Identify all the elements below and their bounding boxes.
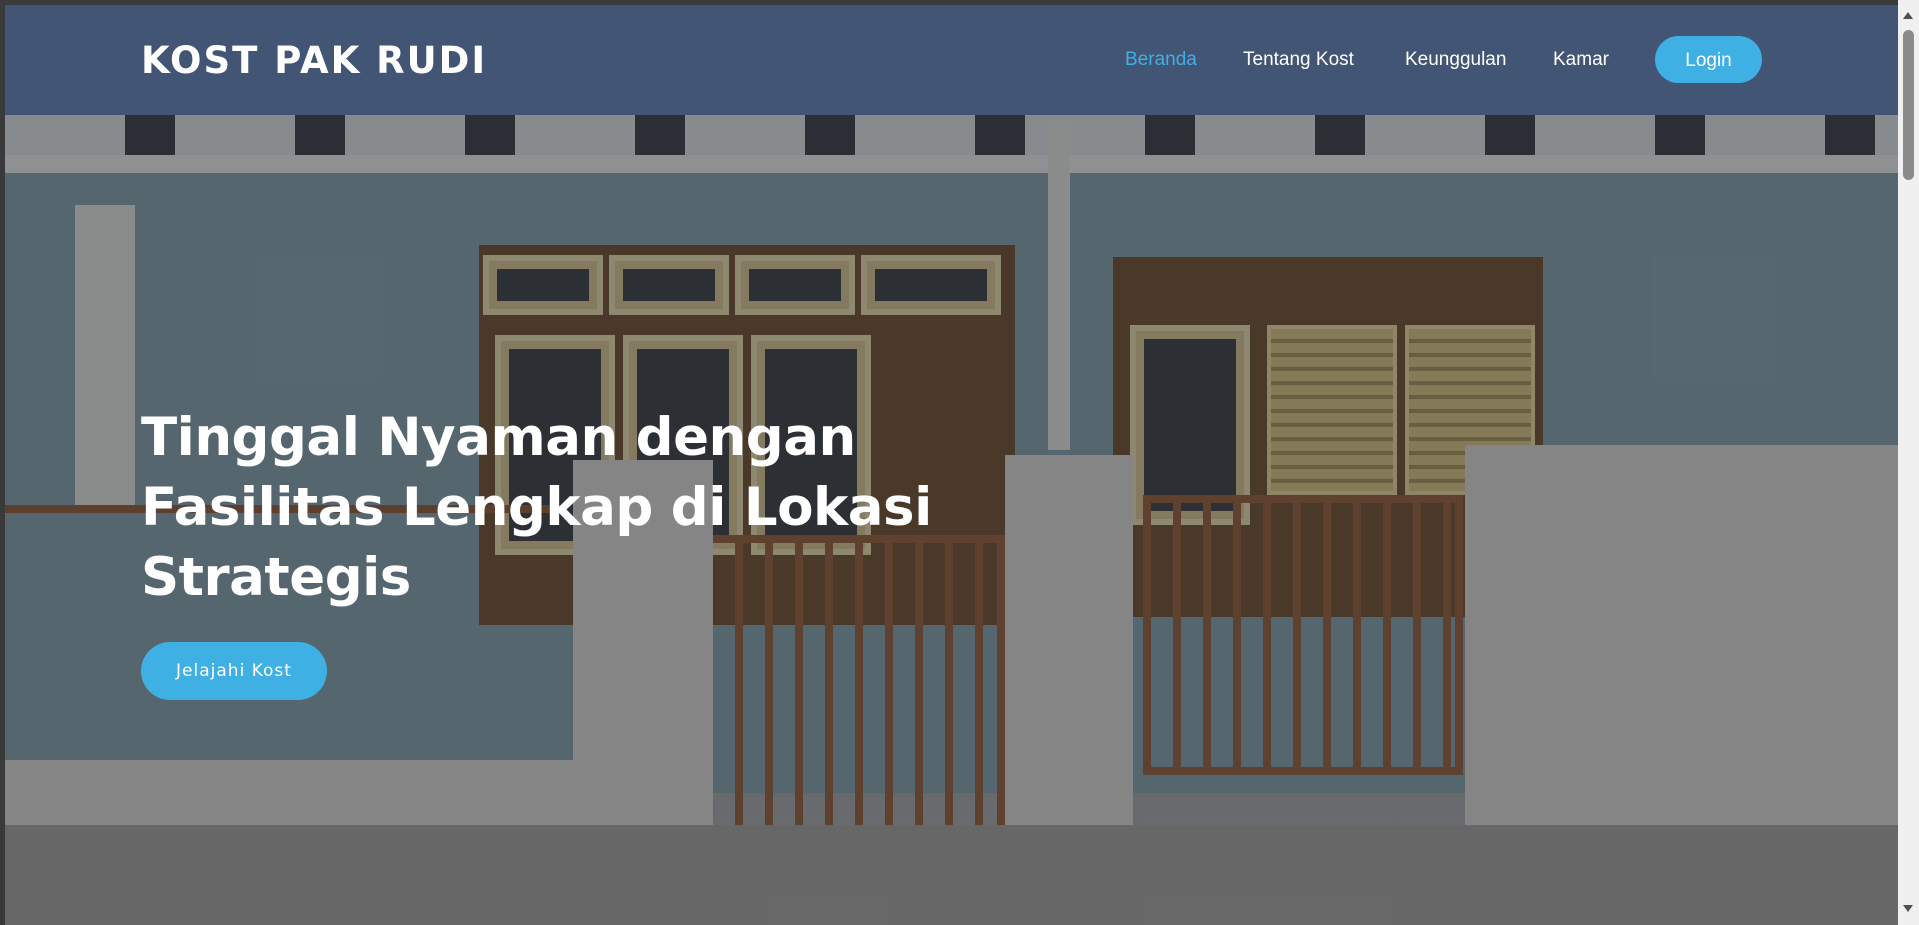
browser-viewport: KOST PAK RUDI Beranda Tentang Kost Keung… (5, 5, 1898, 925)
page-scrollbar[interactable] (1898, 0, 1919, 925)
brand-logo-text[interactable]: KOST PAK RUDI (141, 39, 487, 82)
scroll-thumb[interactable] (1903, 30, 1914, 180)
login-button[interactable]: Login (1655, 36, 1762, 83)
scroll-down-arrow-icon[interactable] (1903, 905, 1913, 912)
nav-link-keunggulan[interactable]: Keunggulan (1405, 49, 1506, 71)
scroll-up-arrow-icon[interactable] (1903, 12, 1913, 19)
top-navbar: KOST PAK RUDI Beranda Tentang Kost Keung… (5, 5, 1898, 115)
hero-title: Tinggal Nyaman dengan Fasilitas Lengkap … (141, 407, 932, 608)
nav-link-tentang-kost[interactable]: Tentang Kost (1243, 49, 1354, 71)
nav-link-beranda[interactable]: Beranda (1125, 49, 1197, 71)
explore-kost-button[interactable]: Jelajahi Kost (141, 642, 327, 700)
nav-link-kamar[interactable]: Kamar (1553, 49, 1609, 71)
